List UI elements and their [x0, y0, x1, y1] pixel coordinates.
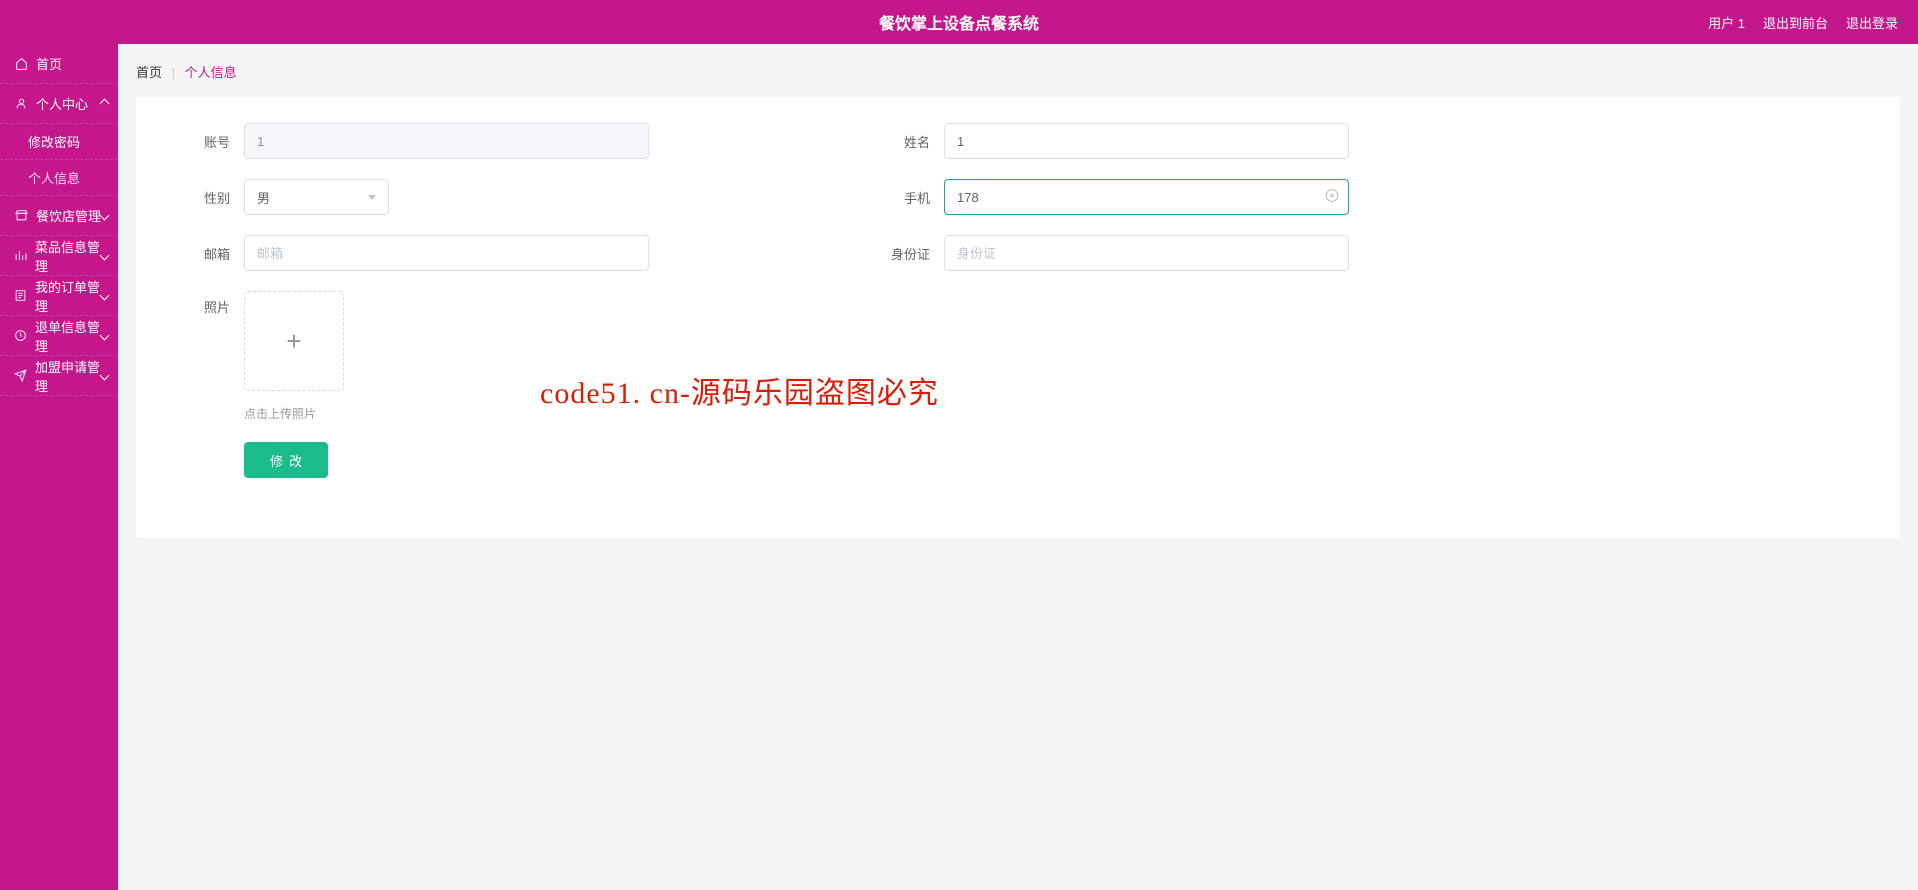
- logout-to-front-link[interactable]: 退出到前台: [1763, 13, 1828, 32]
- sidebar-item-refund-mgmt[interactable]: 退单信息管理: [0, 316, 118, 356]
- order-icon: [14, 289, 27, 303]
- clear-icon[interactable]: [1325, 189, 1339, 206]
- sidebar-label: 退单信息管理: [35, 317, 104, 355]
- account-input[interactable]: [244, 123, 649, 159]
- sidebar-label: 个人中心: [36, 94, 88, 113]
- sidebar-item-franchise-mgmt[interactable]: 加盟申请管理: [0, 356, 118, 396]
- header: 餐饮掌上设备点餐系统 用户 1 退出到前台 退出登录: [0, 0, 1918, 44]
- sidebar-sublabel: 个人信息: [28, 168, 80, 187]
- label-phone: 手机: [876, 188, 944, 207]
- sidebar-label: 我的订单管理: [35, 277, 104, 315]
- chevron-down-icon: [368, 195, 376, 200]
- sidebar-label: 首页: [36, 54, 62, 73]
- store-icon: [14, 209, 28, 223]
- home-icon: [14, 57, 28, 71]
- sidebar-label: 加盟申请管理: [35, 357, 104, 395]
- header-right: 用户 1 退出到前台 退出登录: [1708, 13, 1898, 32]
- user-icon: [14, 97, 28, 111]
- name-input[interactable]: [944, 123, 1349, 159]
- logout-link[interactable]: 退出登录: [1846, 13, 1898, 32]
- email-input[interactable]: [244, 235, 649, 271]
- label-account: 账号: [176, 132, 244, 151]
- label-photo: 照片: [176, 291, 244, 316]
- idcard-input[interactable]: [944, 235, 1349, 271]
- user-label[interactable]: 用户 1: [1708, 13, 1745, 32]
- sidebar-subitem-change-password[interactable]: 修改密码: [0, 124, 118, 160]
- form-card: 账号 姓名 性别 男: [136, 97, 1900, 538]
- breadcrumb: 首页 | 个人信息: [136, 62, 1900, 81]
- label-gender: 性别: [176, 188, 244, 207]
- label-name: 姓名: [876, 132, 944, 151]
- label-email: 邮箱: [176, 244, 244, 263]
- sidebar-subitem-personal-info[interactable]: 个人信息: [0, 160, 118, 196]
- sidebar-item-personal-center[interactable]: 个人中心: [0, 84, 118, 124]
- upload-hint: 点击上传照片: [244, 405, 649, 422]
- label-idcard: 身份证: [876, 244, 944, 263]
- sidebar-sublabel: 修改密码: [28, 132, 80, 151]
- sidebar-label: 菜品信息管理: [35, 237, 104, 275]
- phone-input[interactable]: [944, 179, 1349, 215]
- breadcrumb-home[interactable]: 首页: [136, 65, 162, 80]
- sidebar-label: 餐饮店管理: [36, 206, 101, 225]
- send-icon: [14, 369, 27, 383]
- submit-button[interactable]: 修改: [244, 442, 328, 478]
- gender-selected-value: 男: [257, 188, 270, 207]
- sidebar: 首页 个人中心 修改密码 个人信息 餐饮店管理 菜品信息管理: [0, 44, 118, 890]
- sidebar-item-dish-info-mgmt[interactable]: 菜品信息管理: [0, 236, 118, 276]
- photo-upload[interactable]: +: [244, 291, 344, 391]
- app-title: 餐饮掌上设备点餐系统: [879, 10, 1039, 34]
- plus-icon: +: [286, 326, 301, 357]
- sidebar-item-restaurant-mgmt[interactable]: 餐饮店管理: [0, 196, 118, 236]
- sidebar-item-home[interactable]: 首页: [0, 44, 118, 84]
- main-content: 首页 | 个人信息 账号 姓名: [118, 44, 1918, 890]
- refund-icon: [14, 329, 27, 343]
- breadcrumb-current: 个人信息: [185, 65, 237, 80]
- breadcrumb-separator: |: [172, 65, 175, 80]
- chart-icon: [14, 249, 27, 263]
- gender-select[interactable]: 男: [244, 179, 389, 215]
- sidebar-item-my-order-mgmt[interactable]: 我的订单管理: [0, 276, 118, 316]
